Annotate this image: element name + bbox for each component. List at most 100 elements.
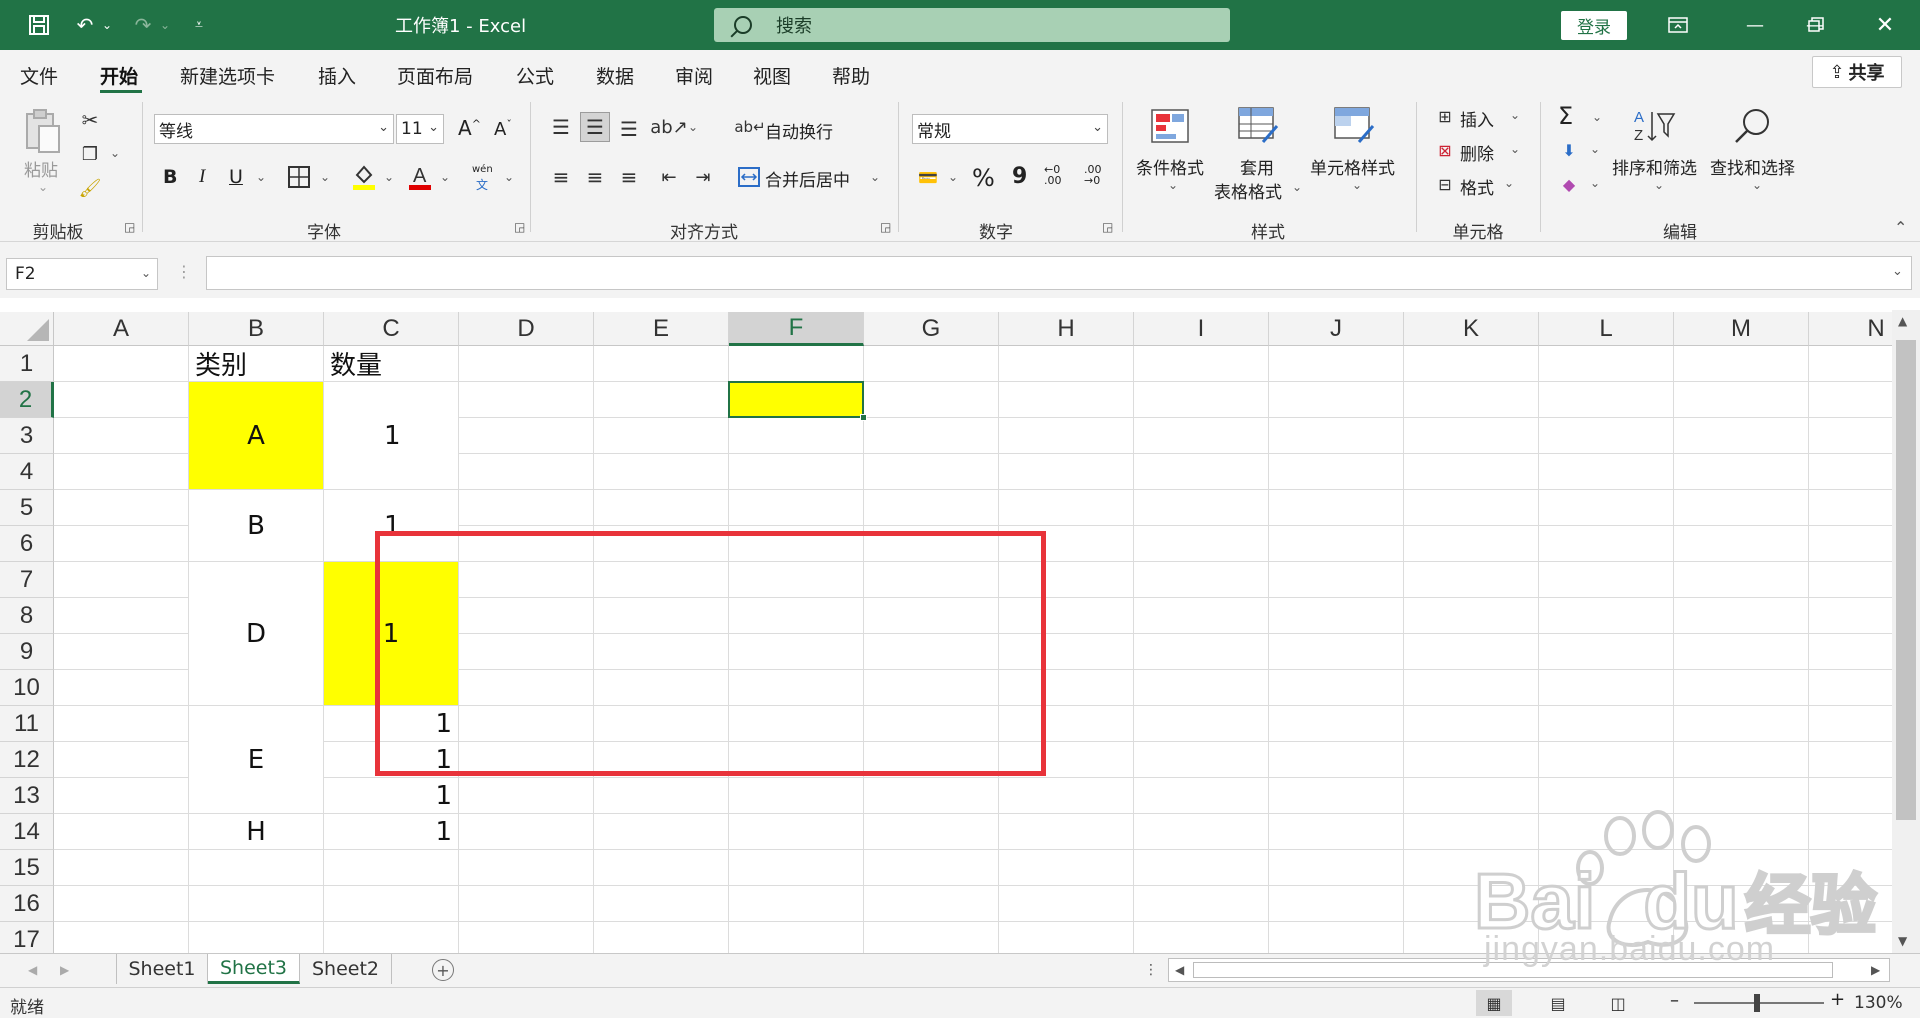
row-header-17[interactable]: 17 bbox=[0, 922, 54, 953]
column-header-a[interactable]: A bbox=[54, 312, 189, 346]
autosum-button[interactable]: Σ bbox=[1558, 102, 1573, 130]
scroll-up-icon[interactable]: ▲ bbox=[1898, 314, 1907, 328]
undo-icon[interactable]: ↶ bbox=[70, 12, 100, 38]
tab-page-layout[interactable]: 页面布局 bbox=[397, 62, 473, 89]
find-select-icon[interactable] bbox=[1730, 104, 1774, 148]
format-painter-icon[interactable]: 🖌 bbox=[78, 176, 102, 200]
conditional-format-button[interactable]: 条件格式 bbox=[1136, 154, 1204, 179]
decrease-font-icon[interactable]: Aˇ bbox=[494, 118, 512, 140]
fill-color-dropdown-icon[interactable]: ⌄ bbox=[384, 170, 394, 184]
column-header-k[interactable]: K bbox=[1404, 312, 1539, 346]
percent-button[interactable]: % bbox=[972, 164, 995, 192]
cell-c2-4[interactable]: 1 bbox=[324, 382, 458, 489]
format-as-table-icon[interactable] bbox=[1236, 106, 1280, 146]
prev-sheet-icon[interactable]: ◀ bbox=[28, 963, 37, 977]
format-cells-icon[interactable]: ⊟ bbox=[1432, 172, 1458, 196]
border-dropdown-icon[interactable]: ⌄ bbox=[320, 170, 330, 184]
orientation-icon[interactable]: ab↗ bbox=[650, 114, 688, 140]
search-input[interactable]: 搜索 bbox=[714, 8, 1230, 42]
align-top-icon[interactable]: ☰ bbox=[548, 114, 574, 140]
row-header-15[interactable]: 15 bbox=[0, 850, 54, 886]
row-header-8[interactable]: 8 bbox=[0, 598, 54, 634]
column-header-m[interactable]: M bbox=[1674, 312, 1809, 346]
insert-cells-icon[interactable]: ⊞ bbox=[1432, 104, 1458, 128]
accounting-dropdown-icon[interactable]: ⌄ bbox=[948, 170, 958, 184]
increase-font-icon[interactable]: A^ bbox=[458, 116, 481, 140]
vertical-scrollbar[interactable]: ▲ ▼ bbox=[1892, 310, 1920, 953]
page-break-view-icon[interactable]: ◫ bbox=[1600, 990, 1636, 1016]
fill-icon[interactable]: ⬇ bbox=[1556, 138, 1582, 162]
orientation-dropdown-icon[interactable]: ⌄ bbox=[688, 120, 698, 134]
conditional-format-icon[interactable] bbox=[1148, 106, 1192, 146]
format-as-table-line1[interactable]: 套用 bbox=[1240, 154, 1274, 179]
normal-view-icon[interactable]: ▦ bbox=[1476, 990, 1512, 1016]
row-header-4[interactable]: 4 bbox=[0, 454, 54, 490]
tab-data[interactable]: 数据 bbox=[596, 62, 634, 89]
column-header-g[interactable]: G bbox=[864, 312, 999, 346]
cell-c13[interactable]: 1 bbox=[324, 778, 458, 813]
login-button[interactable]: 登录 bbox=[1561, 11, 1627, 40]
ribbon-display-options-icon[interactable] bbox=[1663, 12, 1693, 38]
column-header-b[interactable]: B bbox=[189, 312, 324, 346]
fill-dropdown-icon[interactable]: ⌄ bbox=[1590, 142, 1600, 156]
page-layout-view-icon[interactable]: ▤ bbox=[1540, 990, 1576, 1016]
add-sheet-button[interactable]: + bbox=[432, 959, 454, 981]
decrease-indent-icon[interactable]: ⇤ bbox=[656, 164, 682, 190]
sheet-tab-sheet1[interactable]: Sheet1 bbox=[116, 954, 208, 984]
merge-center-button[interactable]: 合并后居中 bbox=[765, 166, 850, 191]
paste-label[interactable]: 粘贴 bbox=[24, 156, 58, 181]
copy-dropdown-icon[interactable]: ⌄ bbox=[110, 146, 120, 160]
cut-icon[interactable]: ✂ bbox=[78, 108, 102, 132]
column-header-h[interactable]: H bbox=[999, 312, 1134, 346]
row-header-1[interactable]: 1 bbox=[0, 346, 54, 382]
row-header-9[interactable]: 9 bbox=[0, 634, 54, 670]
row-header-12[interactable]: 12 bbox=[0, 742, 54, 778]
cell-styles-icon[interactable] bbox=[1332, 106, 1376, 146]
cell-b7-10[interactable]: D bbox=[189, 562, 323, 705]
row-header-13[interactable]: 13 bbox=[0, 778, 54, 814]
sort-filter-dropdown-icon[interactable]: ⌄ bbox=[1654, 178, 1664, 192]
expand-formula-bar-icon[interactable]: ⌄ bbox=[1892, 264, 1903, 279]
sheet-tab-sheet2[interactable]: Sheet2 bbox=[300, 954, 392, 984]
tab-file[interactable]: 文件 bbox=[20, 62, 58, 89]
increase-decimal-icon[interactable]: ←0.00 bbox=[1044, 164, 1062, 186]
align-middle-icon[interactable]: ☰ bbox=[580, 112, 610, 142]
autosum-dropdown-icon[interactable]: ⌄ bbox=[1592, 110, 1602, 124]
sort-filter-button[interactable]: 排序和筛选 bbox=[1612, 154, 1697, 179]
cell-c1[interactable]: 数量 bbox=[324, 346, 458, 381]
delete-cells-icon[interactable]: ⊠ bbox=[1432, 138, 1458, 162]
underline-button[interactable]: U bbox=[229, 166, 243, 188]
font-color-icon[interactable]: A bbox=[406, 162, 434, 192]
save-icon[interactable] bbox=[24, 12, 54, 38]
wrap-text-button[interactable]: 自动换行 bbox=[765, 118, 833, 143]
align-right-icon[interactable]: ≡ bbox=[616, 164, 642, 190]
merge-dropdown-icon[interactable]: ⌄ bbox=[870, 170, 880, 184]
zoom-slider-thumb[interactable] bbox=[1754, 994, 1760, 1012]
clear-icon[interactable]: ◆ bbox=[1556, 172, 1582, 196]
redo-dropdown-icon[interactable]: ⌄ bbox=[158, 12, 172, 38]
scroll-right-icon[interactable]: ▶ bbox=[1871, 963, 1880, 977]
row-header-11[interactable]: 11 bbox=[0, 706, 54, 742]
row-header-5[interactable]: 5 bbox=[0, 490, 54, 526]
sort-filter-icon[interactable]: AZ bbox=[1632, 106, 1676, 146]
column-header-e[interactable]: E bbox=[594, 312, 729, 346]
tab-help[interactable]: 帮助 bbox=[832, 62, 870, 89]
cell-styles-dropdown-icon[interactable]: ⌄ bbox=[1352, 178, 1362, 192]
column-header-j[interactable]: J bbox=[1269, 312, 1404, 346]
next-sheet-icon[interactable]: ▶ bbox=[60, 963, 69, 977]
font-name-select[interactable]: 等线 ⌄ bbox=[154, 114, 394, 144]
increase-indent-icon[interactable]: ⇥ bbox=[690, 164, 716, 190]
vertical-scroll-thumb[interactable] bbox=[1896, 340, 1916, 820]
undo-dropdown-icon[interactable]: ⌄ bbox=[100, 12, 114, 38]
tab-home[interactable]: 开始 bbox=[100, 62, 138, 89]
zoom-level[interactable]: 130% bbox=[1854, 993, 1903, 1013]
align-center-icon[interactable]: ≡ bbox=[582, 164, 608, 190]
scroll-left-icon[interactable]: ◀ bbox=[1175, 963, 1184, 977]
decrease-decimal-icon[interactable]: .00 →0 bbox=[1084, 164, 1102, 186]
delete-cells-button[interactable]: 删除 bbox=[1460, 140, 1494, 165]
merge-center-icon[interactable] bbox=[736, 164, 762, 190]
cell-c14[interactable]: 1 bbox=[324, 814, 458, 849]
zoom-in-icon[interactable]: + bbox=[1830, 989, 1845, 1010]
format-cells-dropdown-icon[interactable]: ⌄ bbox=[1504, 176, 1514, 190]
cell-b2-4[interactable]: A bbox=[189, 382, 323, 489]
